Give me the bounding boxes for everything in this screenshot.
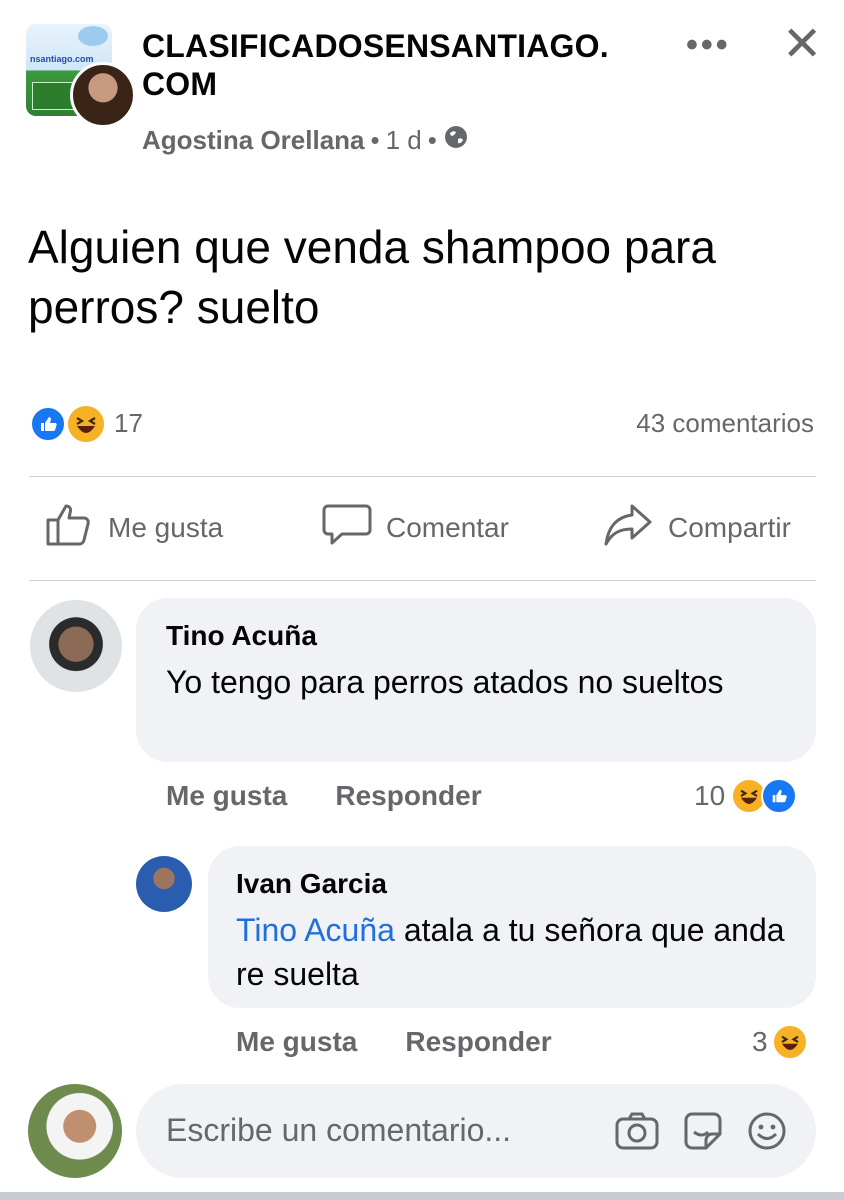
comment-input[interactable]: Escribe un comentario... — [136, 1084, 816, 1178]
comment-button[interactable]: Comentar — [322, 500, 509, 555]
commenter-avatar-tino[interactable] — [30, 600, 122, 692]
meta-separator-2: • — [427, 125, 437, 155]
mention-link[interactable]: Tino Acuña — [236, 912, 395, 948]
divider-top — [30, 476, 816, 477]
comment-reactions[interactable]: 10 — [694, 778, 798, 814]
cloud-decoration — [78, 26, 108, 46]
share-arrow-icon — [602, 500, 654, 555]
commenter-name[interactable]: Ivan Garcia — [236, 868, 387, 900]
commenter-name[interactable]: Tino Acuña — [166, 620, 317, 652]
like-label: Me gusta — [108, 511, 224, 543]
comment-input-placeholder: Escribe un comentario... — [166, 1112, 512, 1148]
share-button[interactable]: Compartir — [602, 500, 791, 555]
post-time[interactable]: 1 d — [386, 125, 422, 156]
author-name[interactable]: Agostina Orellana — [142, 125, 365, 156]
reply-actions: Me gusta Responder — [236, 1026, 552, 1058]
comment-like-button[interactable]: Me gusta — [166, 780, 287, 812]
haha-reaction-icon — [66, 404, 106, 444]
meta-separator: • — [370, 125, 380, 155]
reply-reaction-count: 3 — [752, 1026, 768, 1057]
camera-icon[interactable] — [614, 1110, 660, 1157]
comment-reaction-count: 10 — [694, 780, 726, 811]
comment-actions: Me gusta Responder — [166, 780, 482, 812]
more-options-icon[interactable]: ••• — [686, 26, 731, 65]
share-label: Compartir — [668, 511, 791, 543]
composer-icons — [614, 1110, 788, 1157]
comment-count[interactable]: 43 comentarios — [636, 408, 814, 439]
reaction-icons[interactable] — [30, 404, 106, 444]
globe-icon — [443, 124, 469, 157]
group-name[interactable]: CLASIFICADOSENSANTIAGO. COM — [142, 28, 662, 104]
bottom-edge-bar — [0, 1192, 844, 1200]
reply-like-button[interactable]: Me gusta — [236, 1026, 357, 1058]
thumbs-up-icon — [44, 500, 94, 555]
comment-bubble-icon — [322, 500, 372, 555]
commenter-avatar-ivan[interactable] — [136, 856, 192, 912]
like-reaction-icon — [30, 406, 66, 442]
post-text: Alguien que venda shampoo para perros? s… — [28, 221, 716, 333]
comment-label: Comentar — [386, 511, 509, 543]
reaction-count[interactable]: 17 — [114, 408, 143, 439]
emoji-icon[interactable] — [746, 1110, 788, 1157]
like-reaction-icon — [761, 778, 798, 814]
close-icon[interactable]: ✕ — [782, 16, 822, 72]
sticker-icon[interactable] — [682, 1110, 724, 1157]
post-meta: Agostina Orellana • 1 d • — [142, 124, 469, 157]
divider-bottom — [30, 580, 816, 581]
comment-reply-button[interactable]: Responder — [335, 780, 481, 812]
comment-text: Tino Acuña atala a tu señora que anda re… — [236, 908, 796, 996]
thumb-badge — [32, 82, 74, 110]
like-button[interactable]: Me gusta — [44, 500, 223, 555]
group-thumb-text: nsantiago.com — [30, 54, 94, 64]
reply-bubble: Ivan Garcia Tino Acuña atala a tu señora… — [208, 846, 816, 1008]
comment-bubble: Tino Acuña Yo tengo para perros atados n… — [136, 598, 816, 762]
author-avatar[interactable] — [70, 62, 136, 128]
my-avatar — [28, 1084, 122, 1178]
reply-reactions[interactable]: 3 — [752, 1024, 808, 1060]
haha-reaction-icon — [771, 1024, 808, 1060]
reply-reply-button[interactable]: Responder — [405, 1026, 551, 1058]
comment-text: Yo tengo para perros atados no sueltos — [166, 664, 724, 700]
